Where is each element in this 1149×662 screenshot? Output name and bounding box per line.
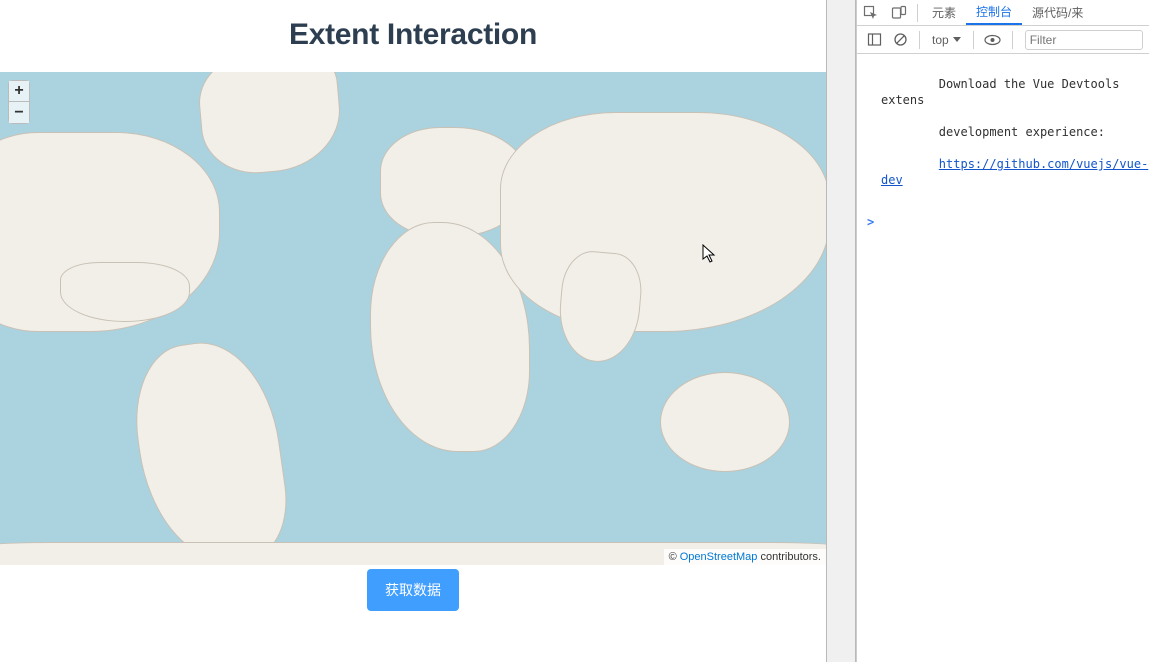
tab-elements[interactable]: 元素 (922, 0, 966, 25)
inspect-element-icon[interactable] (857, 0, 885, 26)
zoom-in-button[interactable]: + (8, 80, 30, 102)
action-row: 获取数据 (0, 565, 826, 611)
context-selector[interactable]: top (928, 33, 965, 47)
filter-input[interactable] (1030, 33, 1138, 47)
landmass (500, 112, 826, 332)
attribution-prefix: © (669, 551, 680, 563)
console-text: development experience: (939, 125, 1105, 139)
attribution-link[interactable]: OpenStreetMap (680, 551, 758, 563)
get-data-button[interactable]: 获取数据 (367, 569, 459, 611)
attribution-suffix: contributors. (757, 551, 821, 563)
console-output[interactable]: Download the Vue Devtools extens develop… (857, 54, 1149, 662)
map-canvas[interactable] (0, 72, 826, 565)
landmass (555, 249, 644, 366)
console-prompt[interactable]: > (867, 204, 1149, 230)
map-attribution: © OpenStreetMap contributors. (664, 549, 826, 565)
separator (917, 4, 918, 22)
console-link[interactable]: https://github.com/vuejs/vue-dev (881, 157, 1148, 187)
device-toolbar-icon[interactable] (885, 0, 913, 26)
separator (919, 31, 920, 49)
pane-gutter[interactable] (826, 0, 856, 662)
devtools-pane: 元素 控制台 源代码/来 top (856, 0, 1149, 662)
tab-sources[interactable]: 源代码/来 (1022, 0, 1093, 25)
console-message: Download the Vue Devtools extens develop… (867, 60, 1149, 204)
live-expression-icon[interactable] (982, 29, 1004, 51)
map-container[interactable]: + − © OpenStreetMap contributors. (0, 72, 826, 565)
devtools-tabs: 元素 控制台 源代码/来 (857, 0, 1149, 26)
zoom-out-button[interactable]: − (8, 102, 30, 124)
page-title: Extent Interaction (0, 0, 826, 72)
landmass (660, 372, 790, 472)
clear-console-icon[interactable] (889, 29, 911, 51)
landmass (195, 72, 345, 178)
context-label: top (932, 33, 949, 47)
prompt-caret: > (867, 214, 874, 230)
landmass (60, 262, 190, 322)
chevron-down-icon (953, 37, 961, 43)
toggle-sidebar-icon[interactable] (863, 29, 885, 51)
separator (1012, 31, 1013, 49)
separator (973, 31, 974, 49)
filter-wrap (1025, 30, 1143, 50)
console-toolbar: top (857, 26, 1149, 54)
tab-console[interactable]: 控制台 (966, 0, 1022, 25)
app-pane: Extent Interaction + − © OpenStree (0, 0, 826, 662)
console-text: Download the Vue Devtools extens (881, 77, 1127, 107)
landmass (125, 333, 294, 565)
zoom-controls: + − (8, 80, 30, 124)
